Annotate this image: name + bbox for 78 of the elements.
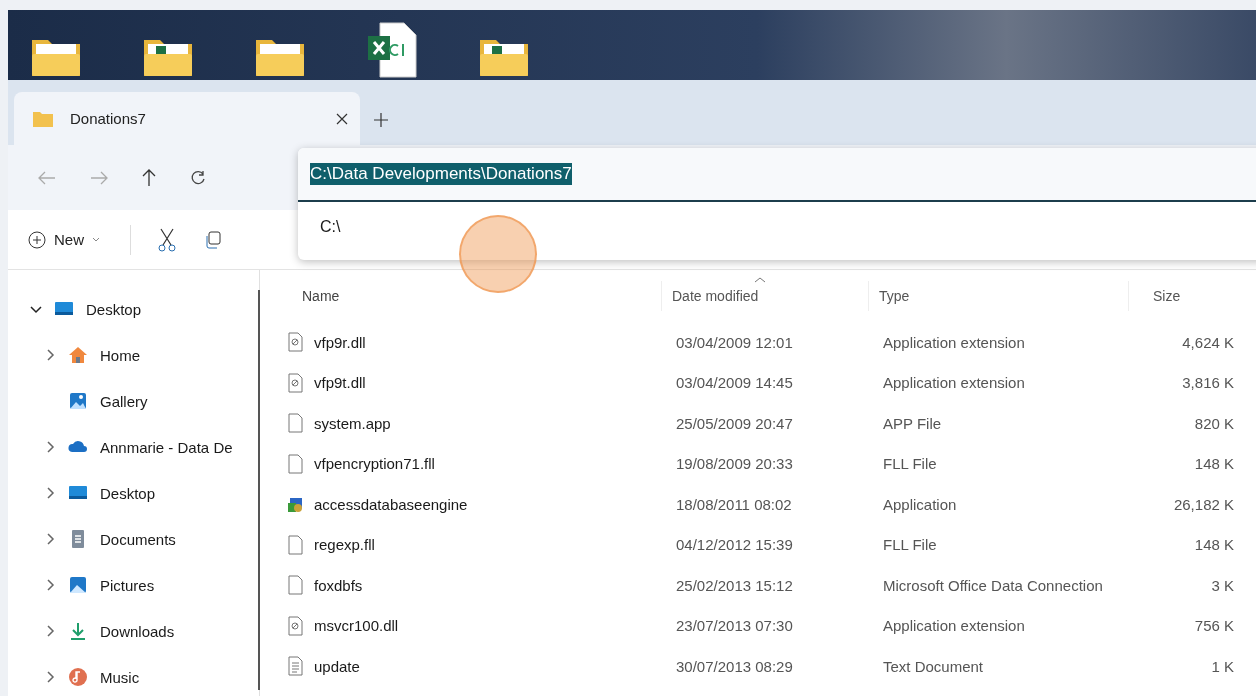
file-name[interactable]: msvcr100.dll	[314, 617, 399, 635]
size-cell: 820 K	[1194, 414, 1234, 432]
date-cell: 30/07/2013 08:29	[676, 657, 793, 675]
text-document-icon	[286, 656, 306, 677]
path-suggestion[interactable]: C:\	[320, 218, 341, 235]
size-cell: 4,624 K	[1182, 333, 1234, 351]
date-cell: 04/12/2012 15:39	[676, 536, 793, 554]
column-header[interactable]: Size	[1153, 288, 1181, 304]
type-cell: APP File	[883, 414, 942, 432]
excel-file-icon[interactable]	[366, 22, 418, 78]
gear-page-icon	[286, 372, 306, 393]
plus-circle-icon	[28, 230, 46, 249]
date-cell: 03/04/2009 12:01	[676, 333, 793, 351]
folder-icon	[32, 109, 54, 128]
tab[interactable]: Donations7	[14, 92, 360, 145]
sidebar-item[interactable]: Desktop	[86, 300, 142, 318]
column-header[interactable]: Type	[879, 288, 910, 304]
size-cell: 3 K	[1211, 576, 1234, 594]
gear-page-icon	[286, 615, 306, 636]
cut-icon[interactable]	[157, 227, 177, 252]
column-header[interactable]: Date modified	[672, 288, 759, 304]
sidebar-item[interactable]: Annmarie - Data De	[100, 438, 233, 456]
type-cell: Application extension	[883, 617, 1025, 635]
sidebar-item[interactable]: Home	[100, 346, 140, 364]
date-cell: 19/08/2009 20:33	[676, 455, 793, 473]
refresh-icon[interactable]	[190, 169, 206, 186]
file-name[interactable]: vfpencryption71.fll	[314, 455, 435, 473]
page-icon	[286, 453, 306, 474]
new-tab-icon[interactable]	[374, 113, 388, 127]
file-name[interactable]: foxdbfs	[314, 576, 363, 594]
sidebar-item[interactable]: Music	[100, 668, 140, 686]
type-cell: Text Document	[883, 657, 984, 675]
size-cell: 756 K	[1194, 617, 1234, 635]
date-cell: 18/08/2011 08:02	[676, 495, 792, 513]
type-cell: FLL File	[883, 455, 937, 473]
copy-icon[interactable]	[203, 229, 223, 250]
size-cell: 148 K	[1194, 536, 1234, 554]
sidebar-item[interactable]: Downloads	[100, 622, 175, 640]
music-icon	[68, 667, 88, 687]
downloads-icon	[68, 621, 88, 641]
new-button[interactable]: New	[24, 226, 104, 253]
file-name[interactable]: vfp9t.dll	[314, 374, 366, 392]
page-icon	[286, 413, 306, 434]
sidebar-item[interactable]: Documents	[100, 530, 176, 548]
file-name[interactable]: system.app	[314, 414, 391, 432]
gear-page-icon	[286, 332, 306, 353]
sidebar-item[interactable]: Desktop	[100, 484, 156, 502]
file-name[interactable]: accessdatabaseengine	[314, 495, 468, 513]
up-arrow-icon[interactable]	[142, 168, 156, 187]
address-field[interactable]: C:\Data Developments\Donations7	[298, 148, 1256, 202]
type-cell: Microsoft Office Data Connection	[883, 576, 1103, 594]
column-header[interactable]: Name	[302, 288, 340, 304]
sidebar-item[interactable]: Gallery	[100, 392, 148, 410]
pictures-icon	[68, 575, 88, 595]
page-icon	[286, 575, 306, 596]
size-cell: 26,182 K	[1173, 495, 1234, 513]
date-cell: 25/05/2009 20:47	[676, 414, 793, 432]
sidebar-item[interactable]: Pictures	[100, 576, 155, 594]
close-icon[interactable]	[336, 112, 348, 125]
address-text: C:\Data Developments\Donations7	[310, 163, 572, 185]
date-cell: 25/02/2013 15:12	[676, 576, 793, 594]
dropdown-caret-icon	[92, 236, 100, 243]
page-icon	[286, 534, 306, 555]
chevron-icon[interactable]	[30, 303, 42, 315]
file-name[interactable]: vfp9r.dll	[314, 333, 366, 351]
date-cell: 23/07/2013 07:30	[676, 617, 793, 635]
type-cell: Application	[883, 495, 957, 513]
size-cell: 1 K	[1211, 657, 1234, 675]
file-name[interactable]: update	[314, 657, 360, 675]
gallery-icon	[68, 391, 88, 411]
type-cell: FLL File	[883, 536, 937, 554]
size-cell: 148 K	[1194, 455, 1234, 473]
size-cell: 3,816 K	[1182, 374, 1234, 392]
type-cell: Application extension	[883, 333, 1025, 351]
type-cell: Application extension	[883, 374, 1025, 392]
file-name[interactable]: regexp.fll	[314, 536, 375, 554]
date-cell: 03/04/2009 14:45	[676, 374, 793, 392]
home-icon	[68, 345, 88, 365]
